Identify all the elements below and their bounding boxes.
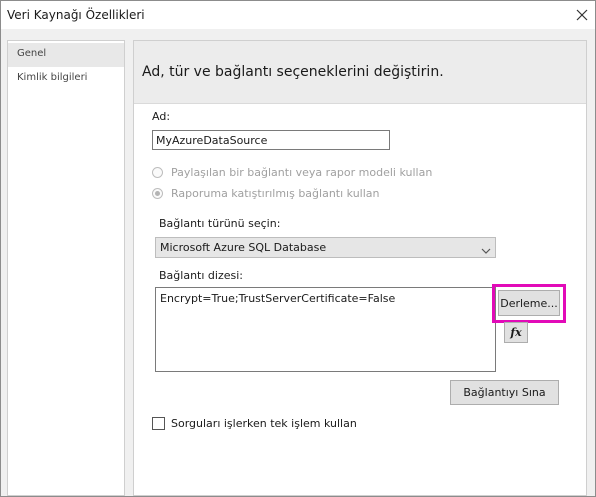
sidebar-item-genel[interactable]: Genel	[8, 43, 124, 67]
shared-connection-radio[interactable]	[152, 165, 166, 179]
close-button[interactable]	[571, 4, 593, 26]
build-button[interactable]: Derleme...	[498, 290, 560, 316]
sidebar-item-label: Kimlik bilgileri	[17, 72, 88, 83]
sidebar-item-label: Genel	[17, 48, 47, 59]
sidebar-nav: Genel Kimlik bilgileri	[7, 40, 125, 496]
panel-header: Ad, tür ve bağlantı seçeneklerini değişt…	[134, 41, 586, 104]
test-connection-button[interactable]: Bağlantıyı Sına	[450, 380, 559, 405]
connection-string-input[interactable]: Encrypt=True;TrustServerCertificate=Fals…	[155, 287, 496, 372]
connection-type-value: Microsoft Azure SQL Database	[160, 241, 327, 254]
window-title: Veri Kaynağı Özellikleri	[7, 8, 145, 22]
embedded-connection-label: Raporuma katıştırılmış bağlantı kullan	[171, 187, 380, 200]
title-bar: Veri Kaynağı Özellikleri	[1, 1, 595, 29]
name-input[interactable]: MyAzureDataSource	[152, 130, 390, 150]
embedded-connection-radio[interactable]	[152, 186, 166, 200]
chevron-down-icon	[481, 241, 491, 260]
connection-string-value: Encrypt=True;TrustServerCertificate=Fals…	[160, 292, 396, 305]
single-transaction-checkbox[interactable]	[152, 417, 165, 430]
data-source-properties-dialog: Veri Kaynağı Özellikleri Genel Kimlik bi…	[0, 0, 596, 497]
single-transaction-label: Sorguları işlerken tek işlem kullan	[171, 417, 357, 430]
close-icon	[576, 9, 588, 21]
connection-type-select[interactable]: Microsoft Azure SQL Database	[155, 237, 496, 258]
connection-string-label: Bağlantı dizesi:	[159, 269, 243, 282]
panel-header-text: Ad, tür ve bağlantı seçeneklerini değişt…	[142, 64, 444, 80]
expression-button[interactable]: fx	[504, 322, 528, 343]
shared-connection-label: Paylaşılan bir bağlantı veya rapor model…	[171, 166, 433, 179]
name-label: Ad:	[152, 110, 171, 123]
connection-type-label: Bağlantı türünü seçin:	[159, 217, 281, 230]
sidebar-item-kimlik-bilgileri[interactable]: Kimlik bilgileri	[8, 67, 124, 91]
function-icon: fx	[510, 326, 522, 339]
name-input-value: MyAzureDataSource	[156, 134, 268, 147]
general-panel: Ad, tür ve bağlantı seçeneklerini değişt…	[133, 40, 587, 496]
